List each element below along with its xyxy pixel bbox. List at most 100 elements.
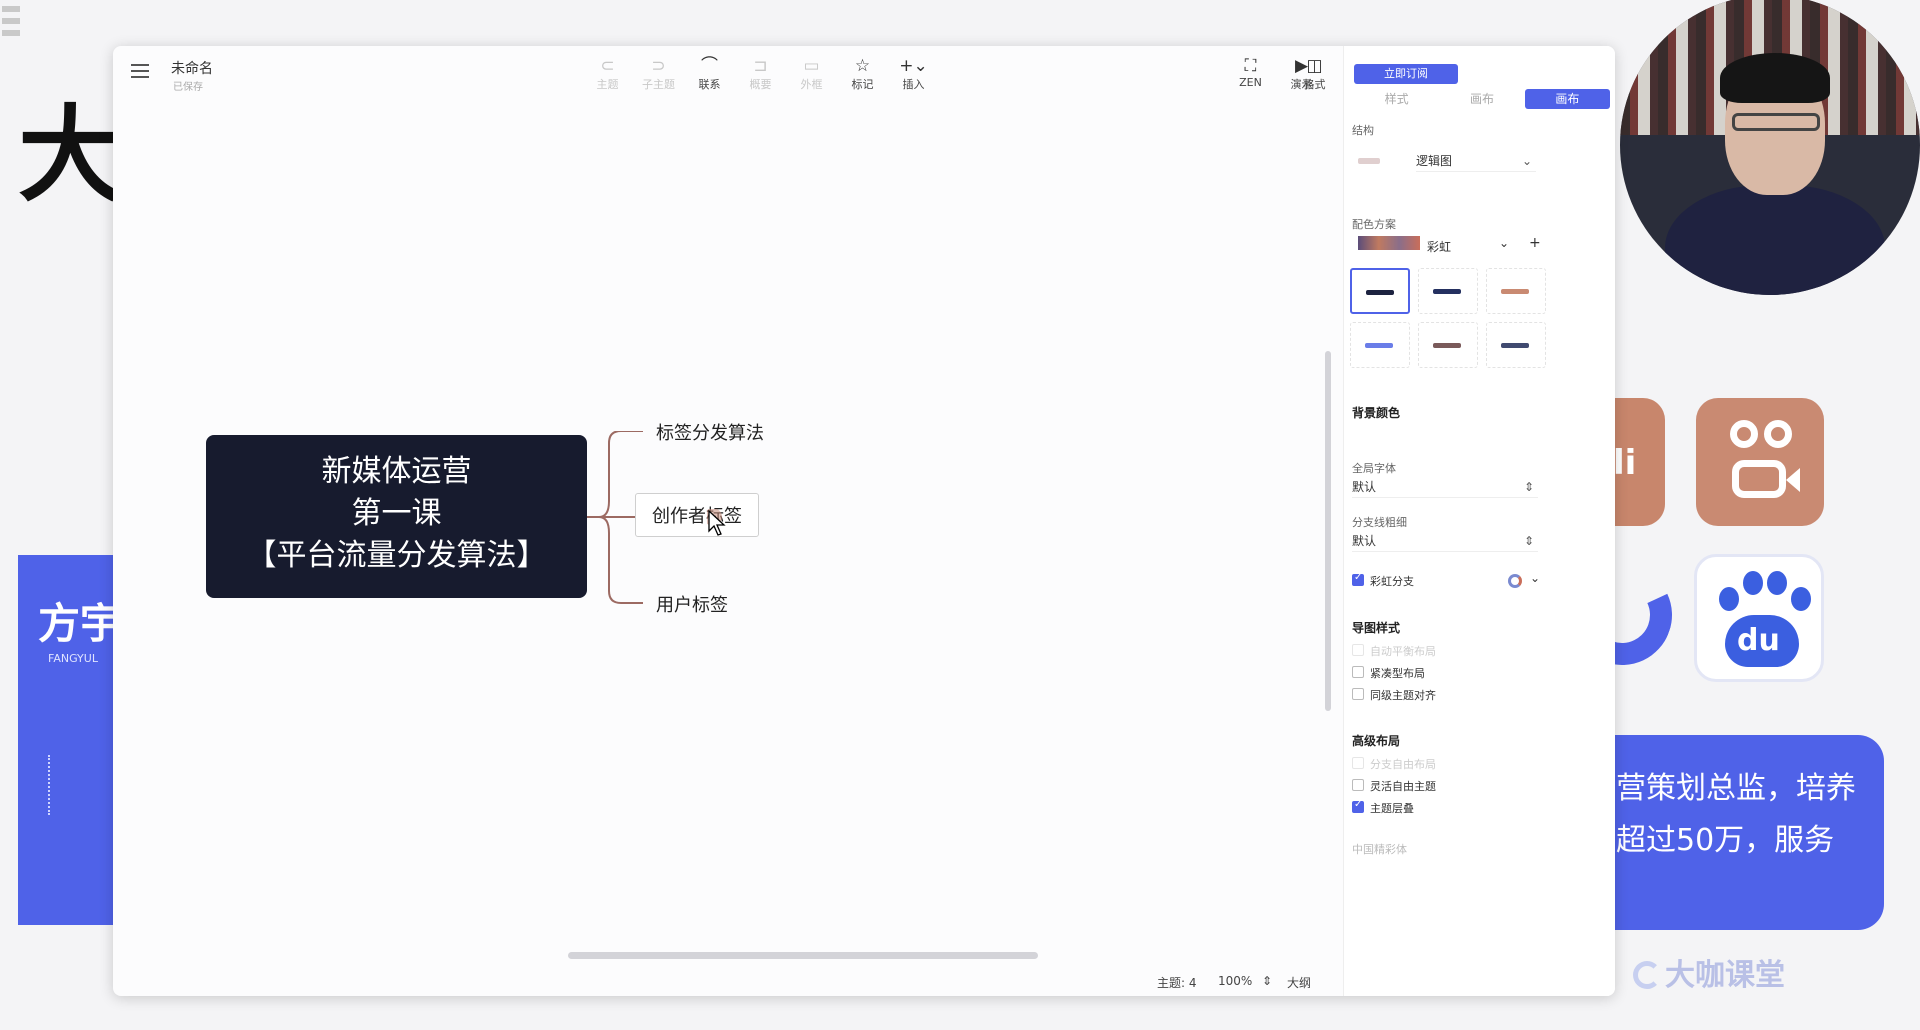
mindmap-root-topic[interactable]: 新媒体运营 第一课 【平台流量分发算法】 [206,435,587,598]
zoom-level[interactable]: 100% [1218,974,1252,988]
zen-button[interactable]: ⛶ ZEN [1225,56,1276,92]
rainbow-branch-checkbox[interactable] [1352,572,1364,586]
auto-balance-label: 自动平衡布局 [1370,645,1436,658]
slide-brand: 方宇 [38,599,123,648]
subtopic-node[interactable]: 用户标签 [656,591,728,617]
topic-overlap-checkbox[interactable] [1352,799,1364,813]
outline-button[interactable]: 大纲 [1287,974,1311,991]
theme-swatch[interactable] [1486,268,1546,314]
global-font-value: 默认 [1352,480,1377,494]
topic-count: 主题: 4 [1157,976,1197,990]
insert-button[interactable]: +⌄ 插入 [888,56,939,92]
structure-preview-icon [1358,158,1380,164]
topic-overlap-label: 主题层叠 [1370,802,1414,815]
document-save-status: 已保存 [173,82,203,93]
format-button[interactable]: ◫ 格式 [1289,56,1340,92]
color-scheme-label: 配色方案 [1352,218,1396,231]
zoom-stepper-icon[interactable]: ⇕ [1262,974,1272,988]
summary-button[interactable]: ⊐ 概要 [735,56,786,92]
g-logo-icon [1557,550,1687,680]
root-topic-line1: 新媒体运营 [321,454,472,489]
format-panel: 立即订阅 样式 画布 画布 结构 逻辑图 ⌄ 配色方案 彩虹 ⌄ + 背景颜色 [1343,46,1615,996]
free-branch-label: 分支自由布局 [1370,758,1436,771]
structure-select[interactable]: 逻辑图 ⌄ [1416,150,1536,172]
theme-swatch[interactable] [1486,322,1546,368]
format-label: 格式 [1303,78,1326,91]
topic-button[interactable]: ⊂ 主题 [582,56,633,92]
branch-thickness-value: 默认 [1352,534,1377,548]
boundary-button[interactable]: ▭ 外框 [786,56,837,92]
document-title[interactable]: 未命名 [171,58,213,78]
marker-label: 标记 [851,78,874,91]
branch-thickness-select[interactable]: 默认 ⇕ [1352,530,1538,552]
vertical-scrollbar[interactable] [1325,351,1331,711]
webcam-overlay [1620,0,1920,295]
add-scheme-icon[interactable]: + [1529,235,1541,251]
subtopic-node-selected[interactable]: 创作者标签 [635,493,759,537]
slide-intro-line1: 营策划总监，培养 [1616,771,1856,806]
panel-tabs: 样式 画布 画布 [1354,89,1610,109]
auto-balance-checkbox[interactable] [1352,644,1364,656]
screen: 大 方宇 FANGYUL li du 营策划总监，培养 超过50万，服务 大咖课… [0,0,1920,1030]
toolbar-format: ◫ 格式 [1289,56,1340,92]
mindmap-app-window: 未命名 已保存 ⊂ 主题 ⊃ 子主题 ⌒ 联系 ⊐ 概要 ▭ 外框 ☆ 标记 +⌄ 插入 ⛶ Z… [113,46,1615,996]
global-font-label: 全局字体 [1352,462,1396,475]
flexible-topic-label: 灵活自由主题 [1370,780,1436,793]
insert-label: 插入 [902,78,925,91]
theme-swatch[interactable] [1418,268,1478,314]
flexible-topic-checkbox[interactable] [1352,779,1364,791]
bottom-section-label: 中国精彩体 [1352,843,1407,856]
subtopic-icon: ⊃ [651,56,666,76]
zen-icon: ⛶ [1244,56,1257,76]
slide-dotted-mark [48,755,66,815]
structure-label: 结构 [1352,124,1374,137]
subscribe-button[interactable]: 立即订阅 [1354,64,1458,84]
boundary-label: 外框 [800,78,823,91]
chevron-down-icon[interactable]: ⌄ [1530,571,1540,585]
tab-canvas-dim[interactable]: 画布 [1439,89,1524,109]
structure-value: 逻辑图 [1416,154,1453,168]
slide-brand-panel: 方宇 FANGYUL [18,555,122,925]
horizontal-scrollbar[interactable] [568,952,1038,959]
theme-swatch[interactable] [1350,322,1410,368]
plus-icon: +⌄ [899,56,928,76]
summary-icon: ⊐ [753,56,768,76]
background-color-label: 背景颜色 [1352,406,1401,420]
map-style-label: 导图样式 [1352,621,1401,635]
bilibili-text: li [1613,443,1637,483]
chevron-down-icon[interactable]: ⌄ [1499,236,1509,250]
tab-style[interactable]: 样式 [1354,89,1439,109]
theme-swatch[interactable] [1418,322,1478,368]
rainbow-color-icon[interactable] [1508,574,1522,588]
compact-layout-label: 紧凑型布局 [1370,667,1425,680]
align-siblings-checkbox[interactable] [1352,688,1364,700]
branch-connectors [587,431,643,604]
free-branch-checkbox[interactable] [1352,757,1364,769]
summary-label: 概要 [749,78,772,91]
advanced-layout-label: 高级布局 [1352,734,1401,748]
watermark: 大咖课堂 [1633,950,1785,994]
branch-thickness-label: 分支线粗细 [1352,516,1407,529]
relation-button[interactable]: ⌒ 联系 [684,56,735,92]
tab-canvas[interactable]: 画布 [1524,89,1610,109]
kuaishou-icon [1696,398,1824,526]
subtopic-node[interactable]: 标签分发算法 [656,419,764,445]
toolbar-insert: ⊂ 主题 ⊃ 子主题 ⌒ 联系 ⊐ 概要 ▭ 外框 ☆ 标记 +⌄ 插入 [582,56,939,92]
theme-swatch[interactable] [1350,268,1410,314]
color-scheme-value[interactable]: 彩虹 [1427,238,1451,255]
format-panel-icon: ◫ [1306,56,1323,76]
menu-icon[interactable] [131,64,149,80]
subtopic-button[interactable]: ⊃ 子主题 [633,56,684,92]
stepper-icon: ⇕ [1523,534,1534,548]
root-topic-line2: 第一课 [351,496,442,531]
global-font-select[interactable]: 默认 ⇕ [1352,476,1538,498]
align-siblings-label: 同级主题对齐 [1370,689,1436,702]
relation-label: 联系 [698,78,721,91]
topic-label: 主题 [596,78,619,91]
compact-layout-checkbox[interactable] [1352,666,1364,678]
zen-label: ZEN [1239,76,1262,89]
mouse-cursor-icon [707,509,726,536]
marker-button[interactable]: ☆ 标记 [837,56,888,92]
topic-icon: ⊂ [600,56,615,76]
chevron-down-icon: ⌄ [1521,154,1532,168]
